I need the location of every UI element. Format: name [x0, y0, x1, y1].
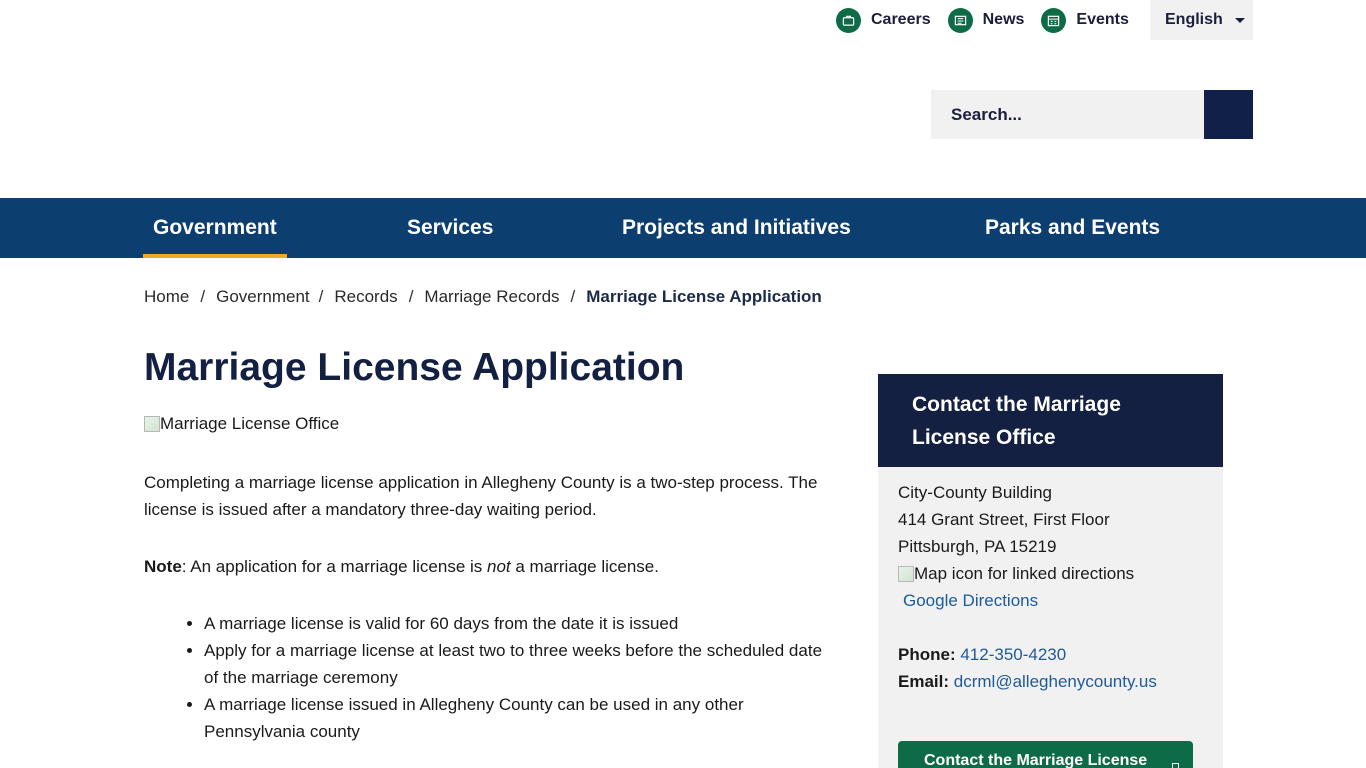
email-link[interactable]: dcrml@alleghenycounty.us	[954, 672, 1157, 691]
external-link-icon	[1172, 763, 1179, 768]
breadcrumb-home[interactable]: Home	[144, 287, 189, 307]
office-image: Marriage License Office	[144, 414, 339, 434]
breadcrumb-current: Marriage License Application	[586, 287, 822, 306]
phone-label: Phone:	[898, 645, 956, 664]
note-text-end: a marriage license.	[510, 557, 659, 576]
events-link[interactable]: Events	[1041, 0, 1129, 40]
contact-card: Contact the Marriage License Office City…	[878, 374, 1223, 768]
search-input[interactable]	[931, 90, 1204, 139]
search-button[interactable]	[1204, 90, 1253, 139]
news-link[interactable]: News	[947, 0, 1025, 40]
note-emphasis: not	[487, 557, 511, 576]
map-image: Map icon for linked directions	[898, 560, 1203, 587]
address-line-1: City-County Building	[898, 483, 1053, 502]
nav-item-parks-and-events[interactable]: Parks and Events	[985, 198, 1160, 258]
news-icon	[947, 7, 973, 33]
utility-nav: Careers News Events English	[836, 0, 1253, 40]
careers-link[interactable]: Careers	[836, 0, 931, 40]
list-item: Apply for a marriage license at least tw…	[204, 637, 834, 691]
address-line-2: 414 Grant Street, First Floor	[898, 510, 1110, 529]
careers-icon	[836, 7, 861, 33]
broken-image-icon	[898, 565, 914, 582]
language-selector[interactable]: English	[1150, 0, 1253, 40]
license-facts-list: A marriage license is valid for 60 days …	[204, 610, 834, 745]
email-label: Email:	[898, 672, 950, 691]
contact-card-heading: Contact the Marriage License Office	[878, 374, 1223, 467]
list-item: A marriage license issued in Allegheny C…	[204, 691, 834, 745]
nav-item-services[interactable]: Services	[407, 198, 493, 258]
chevron-down-icon	[1234, 17, 1245, 23]
address-line-3: Pittsburgh, PA 15219	[898, 537, 1057, 556]
contact-office-button[interactable]: Contact the Marriage License	[898, 741, 1193, 768]
list-item: A marriage license is valid for 60 days …	[204, 610, 834, 637]
events-icon	[1041, 7, 1067, 33]
breadcrumb-records[interactable]: Records	[334, 287, 397, 307]
contact-card-body: City-County Building 414 Grant Street, F…	[878, 467, 1223, 707]
page-title: Marriage License Application	[144, 346, 685, 389]
breadcrumb-government[interactable]: Government	[216, 287, 310, 307]
office-image-alt-text: Marriage License Office	[160, 414, 340, 433]
events-label: Events	[1076, 11, 1129, 28]
google-directions-link[interactable]: Google Directions	[903, 591, 1038, 610]
language-label: English	[1165, 11, 1223, 28]
nav-item-projects-and-initiatives[interactable]: Projects and Initiatives	[622, 198, 851, 258]
nav-item-government[interactable]: Government	[143, 198, 287, 258]
main-nav: Government Services Projects and Initiat…	[0, 198, 1366, 258]
phone-link[interactable]: 412-350-4230	[960, 645, 1066, 664]
careers-label: Careers	[871, 11, 931, 28]
breadcrumb-separator: /	[570, 287, 576, 306]
breadcrumb-marriage-records[interactable]: Marriage Records	[424, 287, 559, 307]
breadcrumb: Home / Government / Records / Marriage R…	[144, 287, 822, 307]
site-search	[931, 90, 1253, 139]
intro-paragraph: Completing a marriage license applicatio…	[144, 473, 818, 519]
broken-image-icon	[144, 416, 160, 432]
breadcrumb-separator: /	[318, 287, 324, 306]
breadcrumb-separator: /	[408, 287, 414, 306]
breadcrumb-separator: /	[200, 287, 206, 306]
news-label: News	[982, 11, 1025, 28]
note-text-start: : An application for a marriage license …	[181, 557, 487, 576]
contact-office-button-label: Contact the Marriage License	[924, 752, 1148, 768]
note-paragraph: Note: An application for a marriage lice…	[144, 553, 834, 580]
note-label: Note	[144, 557, 182, 576]
map-image-alt-text: Map icon for linked directions	[914, 564, 1135, 583]
